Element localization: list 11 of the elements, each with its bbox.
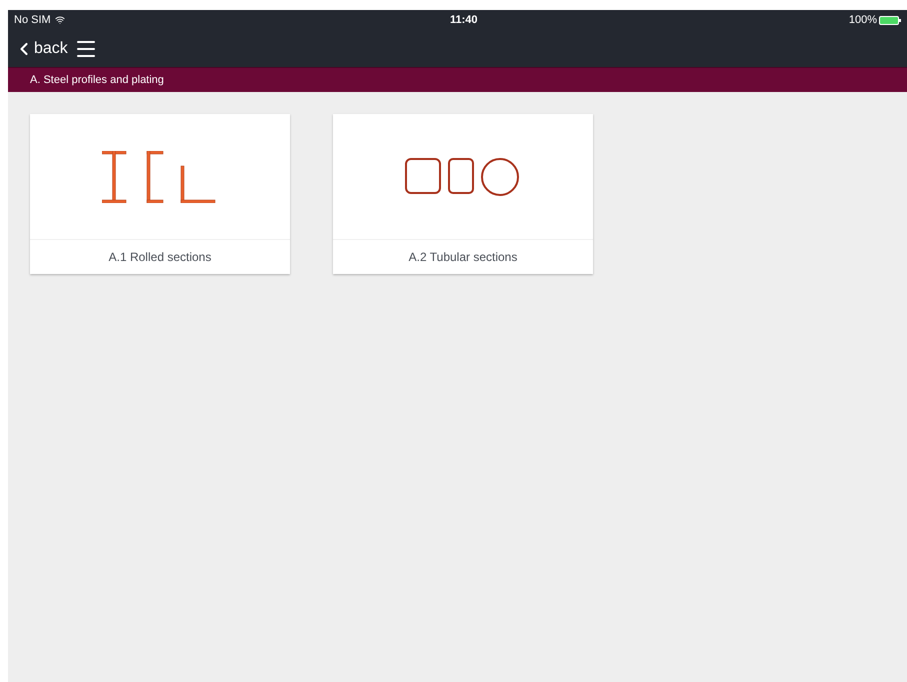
carrier-label: No SIM <box>14 12 51 28</box>
card-label: A.2 Tubular sections <box>408 249 518 266</box>
section-card[interactable]: A.2 Tubular sections <box>333 114 593 274</box>
section-title: A. Steel profiles and plating <box>30 72 164 88</box>
battery-label: 100% <box>848 12 877 28</box>
card-label: A.1 Rolled sections <box>108 249 212 266</box>
back-button[interactable]: back <box>14 36 68 60</box>
battery-icon <box>879 16 901 24</box>
clock-label: 11:40 <box>450 12 478 28</box>
wifi-icon <box>54 15 65 25</box>
section-card[interactable]: A.1 Rolled sections <box>30 114 290 274</box>
